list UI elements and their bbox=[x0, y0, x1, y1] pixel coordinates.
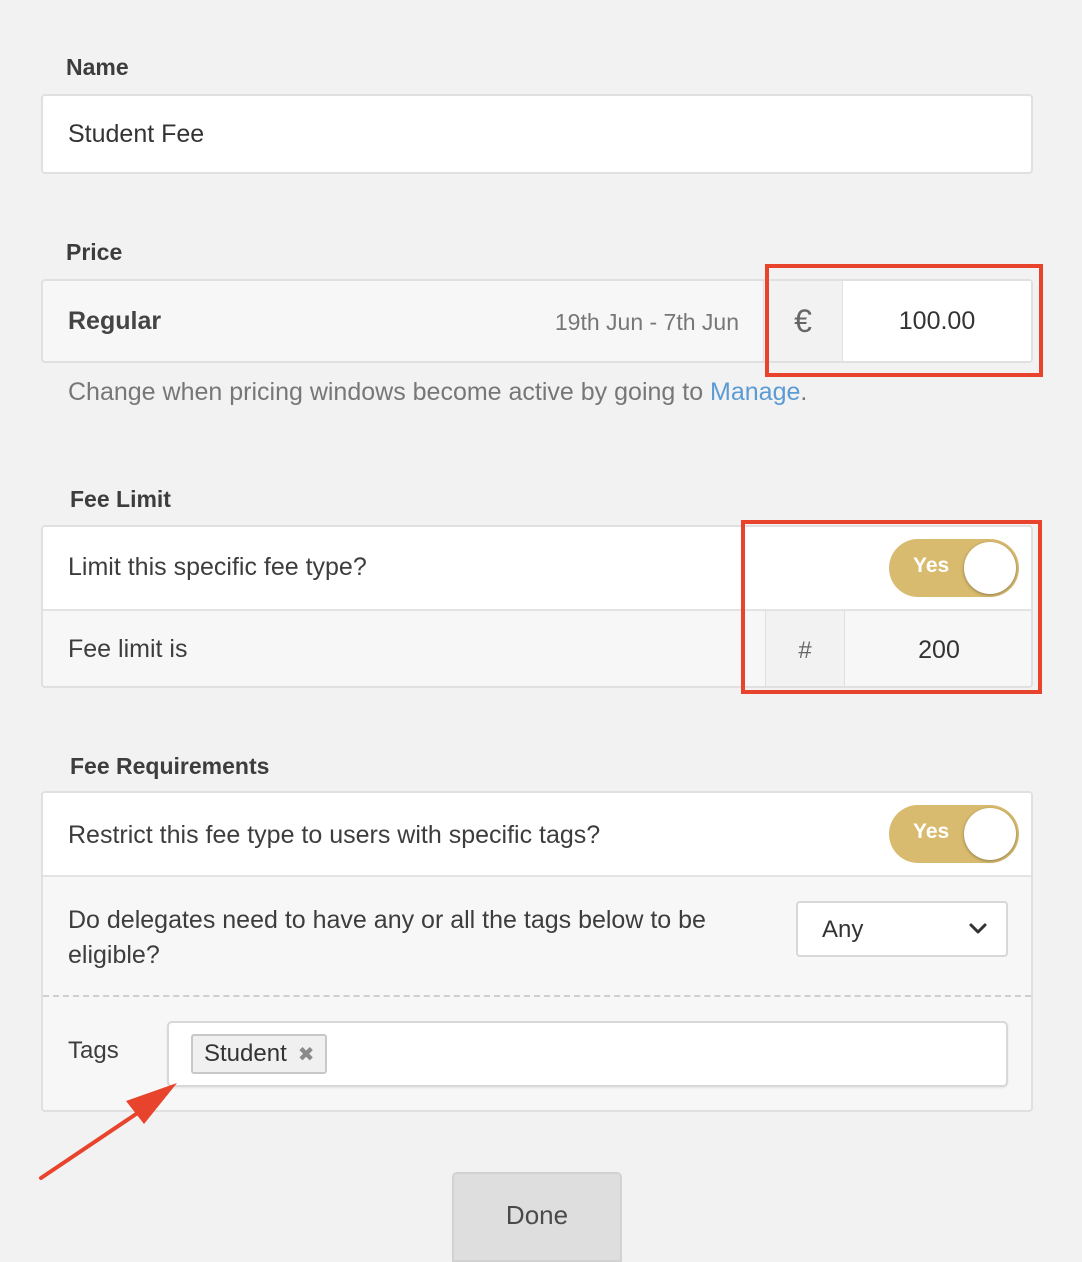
tags-label: Tags bbox=[68, 1037, 119, 1064]
price-label: Price bbox=[66, 239, 123, 265]
name-input[interactable]: Student Fee bbox=[41, 94, 1033, 174]
pricing-help-suffix: . bbox=[800, 378, 808, 406]
limit-value-label: Fee limit is bbox=[68, 635, 188, 663]
restrict-question-text: Restrict this fee type to users with spe… bbox=[68, 821, 601, 849]
limit-question-text: Limit this specific fee type? bbox=[68, 553, 367, 581]
fee-limit-label: Fee Limit bbox=[70, 486, 171, 512]
row-divider bbox=[43, 875, 1031, 877]
price-window-dates: 19th Jun - 7th Jun bbox=[554, 309, 739, 335]
remove-tag-icon[interactable]: ✖ bbox=[298, 1042, 315, 1067]
chevron-down-icon bbox=[969, 923, 987, 934]
tag-chip-label: Student bbox=[204, 1040, 287, 1067]
tags-input[interactable]: Student ✖ bbox=[167, 1021, 1008, 1087]
pricing-help-body: Change when pricing windows become activ… bbox=[68, 378, 711, 406]
match-mode-select[interactable]: Any bbox=[796, 901, 1008, 957]
price-window-name: Regular bbox=[68, 307, 162, 335]
annotation-box-fee-limit bbox=[741, 520, 1042, 694]
tag-chip: Student ✖ bbox=[191, 1034, 327, 1074]
restrict-toggle-label: Yes bbox=[913, 820, 950, 843]
pricing-help-text: Change when pricing windows become activ… bbox=[68, 378, 807, 407]
name-label: Name bbox=[66, 54, 129, 80]
done-button[interactable]: Done bbox=[452, 1172, 622, 1262]
restrict-toggle[interactable]: Yes bbox=[889, 805, 1019, 863]
match-question-text: Do delegates need to have any or all the… bbox=[68, 906, 706, 969]
manage-link[interactable]: Manage bbox=[710, 378, 800, 406]
annotation-box-price bbox=[765, 264, 1043, 377]
restrict-toggle-knob bbox=[964, 808, 1016, 860]
fee-requirements-panel: Restrict this fee type to users with spe… bbox=[41, 791, 1033, 1112]
dashed-divider bbox=[43, 995, 1031, 997]
fee-requirements-label: Fee Requirements bbox=[70, 753, 270, 779]
match-mode-value: Any bbox=[822, 916, 864, 943]
restrict-question-row: Restrict this fee type to users with spe… bbox=[43, 793, 1031, 875]
